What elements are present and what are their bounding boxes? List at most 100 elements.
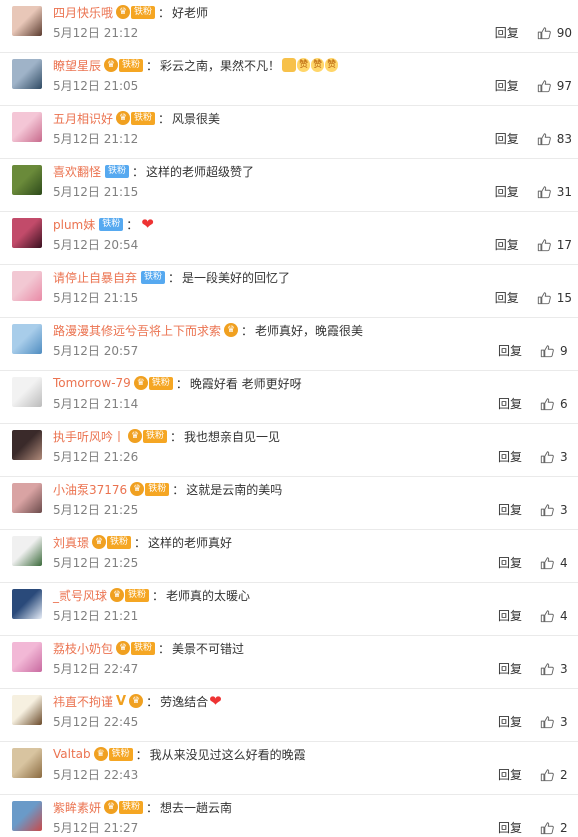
reply-button[interactable]: 回复 xyxy=(498,448,522,465)
reply-button[interactable]: 回复 xyxy=(498,713,522,730)
avatar[interactable] xyxy=(12,483,42,513)
avatar[interactable] xyxy=(12,589,42,619)
comment-line: 瞭望星辰 ♛ 铁粉：彩云之南，果然不凡！ 赞赞赞 xyxy=(53,56,339,74)
username-link[interactable]: 路漫漫其修远兮吾将上下而求索 xyxy=(53,322,221,339)
colon: ： xyxy=(172,482,185,497)
crown-icon: ♛ xyxy=(116,111,131,125)
avatar[interactable] xyxy=(12,59,42,89)
avatar[interactable] xyxy=(12,324,42,354)
username-link[interactable]: 五月相识好 xyxy=(53,110,113,127)
username-link[interactable]: 执手听风吟丨 xyxy=(53,428,125,445)
avatar[interactable] xyxy=(12,695,42,725)
username-link[interactable]: Tomorrow-79 xyxy=(53,376,131,390)
reply-button[interactable]: 回复 xyxy=(498,554,522,571)
comment-text: 美景不可错过 xyxy=(172,641,245,656)
like-button[interactable]: 2 xyxy=(540,768,572,782)
fan-badge-label: 铁粉 xyxy=(105,164,130,178)
fan-badge-label: 铁粉 xyxy=(131,111,156,125)
thumbs-up-icon xyxy=(540,662,554,675)
reply-button[interactable]: 回复 xyxy=(495,130,519,147)
like-button[interactable]: 90 xyxy=(537,26,572,40)
like-button[interactable]: 9 xyxy=(540,344,572,358)
username-link[interactable]: 小油泵37176 xyxy=(53,481,127,498)
like-button[interactable]: 17 xyxy=(537,238,572,252)
fan-badge-label: 铁粉 xyxy=(119,800,144,814)
like-button[interactable]: 3 xyxy=(540,450,572,464)
username-link[interactable]: 四月快乐哦 xyxy=(53,4,113,21)
like-button[interactable]: 2 xyxy=(540,821,572,835)
reply-button[interactable]: 回复 xyxy=(495,24,519,41)
like-count: 90 xyxy=(556,25,572,40)
like-button[interactable]: 4 xyxy=(540,609,572,623)
username-link[interactable]: 祎直不拘谨 xyxy=(53,693,113,710)
like-button[interactable]: 3 xyxy=(540,715,572,729)
avatar[interactable] xyxy=(12,112,42,142)
colon: ： xyxy=(152,588,165,603)
comment-line: 四月快乐哦 ♛ 铁粉：好老师 xyxy=(53,3,208,21)
crown-icon: ♛ xyxy=(129,694,144,708)
reply-button[interactable]: 回复 xyxy=(495,77,519,94)
colon: ： xyxy=(146,58,159,73)
comment-text: 这样的老师真好 xyxy=(148,535,233,550)
like-button[interactable]: 3 xyxy=(540,662,572,676)
avatar[interactable] xyxy=(12,377,42,407)
fan-badge-label: 铁粉 xyxy=(131,5,156,19)
like-count: 3 xyxy=(560,714,568,729)
comment-actions: 回复 15 xyxy=(495,289,572,306)
avatar[interactable] xyxy=(12,218,42,248)
avatar[interactable] xyxy=(12,165,42,195)
like-button[interactable]: 15 xyxy=(537,291,572,305)
username-link[interactable]: 紫眸素妍 xyxy=(53,799,101,816)
username-link[interactable]: 请停止自暴自弃 xyxy=(53,269,137,286)
reply-button[interactable]: 回复 xyxy=(498,395,522,412)
username-link[interactable]: 刘真璟 xyxy=(53,534,89,551)
reply-button[interactable]: 回复 xyxy=(498,607,522,624)
avatar[interactable] xyxy=(12,6,42,36)
reply-button[interactable]: 回复 xyxy=(498,819,522,836)
reply-button[interactable]: 回复 xyxy=(495,289,519,306)
username-link[interactable]: 瞭望星辰 xyxy=(53,57,101,74)
comment-item: 五月相识好 ♛ 铁粉：风景很美 5月12日 21:12 回复 83 xyxy=(0,106,578,159)
like-count: 31 xyxy=(556,184,572,199)
thumbs-up-emoji-icon xyxy=(282,58,297,72)
like-count: 83 xyxy=(556,131,572,146)
like-button[interactable]: 4 xyxy=(540,556,572,570)
fan-badge-label: 铁粉 xyxy=(119,58,144,72)
avatar[interactable] xyxy=(12,430,42,460)
like-button[interactable]: 97 xyxy=(537,79,572,93)
avatar[interactable] xyxy=(12,748,42,778)
comment-timestamp: 5月12日 21:12 xyxy=(53,132,139,146)
fan-badge: 铁粉 xyxy=(140,270,166,284)
avatar[interactable] xyxy=(12,801,42,831)
username-link[interactable]: _贰号风球 xyxy=(53,587,107,604)
username-link[interactable]: Valtab xyxy=(53,747,91,761)
username-link[interactable]: 荔枝小奶包 xyxy=(53,640,113,657)
crown-icon: ♛ xyxy=(116,5,131,19)
reply-button[interactable]: 回复 xyxy=(498,342,522,359)
thumbs-up-icon xyxy=(540,503,554,516)
avatar[interactable] xyxy=(12,536,42,566)
reply-button[interactable]: 回复 xyxy=(498,766,522,783)
like-count: 97 xyxy=(556,78,572,93)
avatar[interactable] xyxy=(12,642,42,672)
comment-line: 执手听风吟丨 ♛ 铁粉：我也想亲自见一见 xyxy=(53,427,280,445)
like-button[interactable]: 3 xyxy=(540,503,572,517)
like-button[interactable]: 31 xyxy=(537,185,572,199)
comment-item: 请停止自暴自弃 铁粉：是一段美好的回忆了 5月12日 21:15 回复 15 xyxy=(0,265,578,318)
heart-emoji-icon: ❤ xyxy=(209,692,222,710)
username-link[interactable]: 喜欢翻怪 xyxy=(53,163,101,180)
username-link[interactable]: plum妹 xyxy=(53,216,95,233)
reply-button[interactable]: 回复 xyxy=(495,183,519,200)
avatar[interactable] xyxy=(12,271,42,301)
fan-badge: ♛ 铁粉 xyxy=(116,111,156,125)
reply-button[interactable]: 回复 xyxy=(498,660,522,677)
like-button[interactable]: 83 xyxy=(537,132,572,146)
comment-timestamp: 5月12日 20:57 xyxy=(53,344,139,358)
colon: ： xyxy=(134,535,147,550)
reply-button[interactable]: 回复 xyxy=(495,236,519,253)
comment-text: 我也想亲自见一见 xyxy=(184,429,281,444)
colon: ： xyxy=(158,641,171,656)
comment-line: 荔枝小奶包 ♛ 铁粉：美景不可错过 xyxy=(53,639,244,657)
like-button[interactable]: 6 xyxy=(540,397,572,411)
reply-button[interactable]: 回复 xyxy=(498,501,522,518)
